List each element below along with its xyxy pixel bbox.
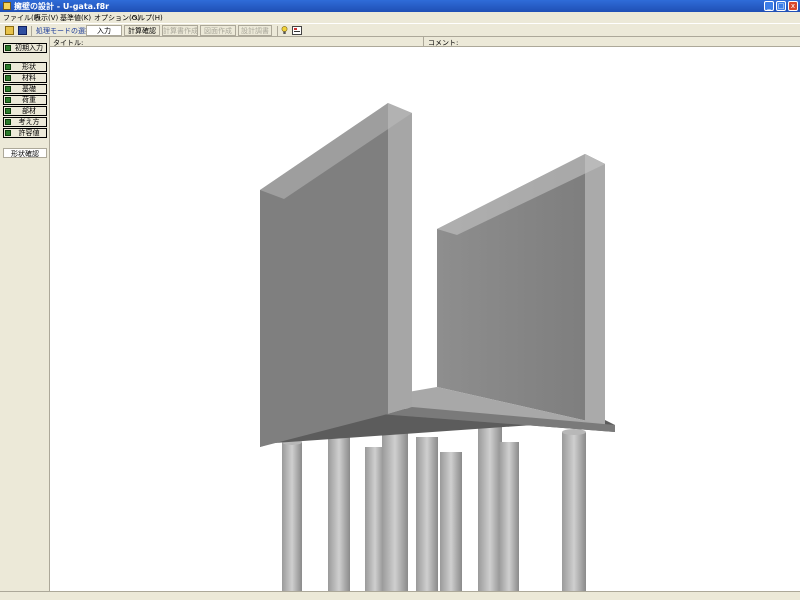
right-wall bbox=[437, 154, 605, 425]
toolbar-separator bbox=[31, 26, 32, 36]
menu-help[interactable]: ヘルプ(H) bbox=[131, 13, 163, 23]
close-button[interactable]: x bbox=[788, 1, 798, 11]
check-icon bbox=[5, 130, 11, 136]
calc-check-button[interactable]: 計算確認 bbox=[124, 25, 160, 36]
check-icon bbox=[5, 86, 11, 92]
toolbar: 処理モードの選択 入力 計算確認 計算書作成 図面作成 設計調書 bbox=[0, 23, 800, 37]
sidebar-item-label: 考え方 bbox=[18, 118, 40, 126]
sidebar-item-initial-input[interactable]: 初期入力 bbox=[3, 43, 47, 53]
shape-confirm-button[interactable]: 形状確認 bbox=[3, 148, 47, 158]
mode-select-label: 処理モードの選択 bbox=[36, 27, 92, 35]
app-icon bbox=[3, 2, 11, 10]
toolbar-separator bbox=[277, 26, 278, 36]
drawing-create-button[interactable]: 図面作成 bbox=[200, 25, 236, 36]
minimize-button[interactable]: _ bbox=[764, 1, 774, 11]
check-icon bbox=[5, 97, 11, 103]
check-icon bbox=[5, 119, 11, 125]
sidebar-item-label: 基礎 bbox=[22, 85, 36, 93]
sidebar-item-label: 材料 bbox=[22, 74, 36, 82]
status-bar bbox=[0, 591, 800, 600]
3d-viewport[interactable] bbox=[50, 47, 800, 591]
design-record-button[interactable]: 設計調書 bbox=[238, 25, 272, 36]
window-title: 擁壁の設計 - U-gata.f8r bbox=[14, 2, 110, 11]
version-info-icon[interactable] bbox=[292, 26, 302, 35]
piles bbox=[282, 414, 586, 591]
check-icon bbox=[5, 45, 11, 51]
menu-view[interactable]: 表示(V) bbox=[34, 13, 58, 23]
check-icon bbox=[5, 75, 11, 81]
check-icon bbox=[5, 108, 11, 114]
title-bar: 擁壁の設計 - U-gata.f8r _ □ x bbox=[0, 0, 800, 12]
sidebar-item-label: 荷重 bbox=[22, 96, 36, 104]
info-separator bbox=[423, 37, 424, 47]
input-button[interactable]: 入力 bbox=[86, 25, 122, 36]
sidebar-item-allowable[interactable]: 許容値 bbox=[3, 128, 47, 138]
menu-bar: ファイル(F) 表示(V) 基準値(K) オプション(O) ヘルプ(H) bbox=[0, 12, 800, 23]
open-folder-icon[interactable] bbox=[5, 26, 14, 35]
sidebar-item-material[interactable]: 材料 bbox=[3, 73, 47, 83]
sidebar-item-shape[interactable]: 形状 bbox=[3, 62, 47, 72]
u-wall-3d-model bbox=[260, 103, 615, 591]
sidebar-item-label: 許容値 bbox=[18, 129, 40, 137]
help-lightbulb-icon[interactable] bbox=[281, 26, 288, 35]
save-disk-icon[interactable] bbox=[18, 26, 27, 35]
report-create-button[interactable]: 計算書作成 bbox=[162, 25, 198, 36]
sidebar: 初期入力 形状 材料 基礎 荷重 部材 考え方 許容値 形状確認 bbox=[0, 37, 50, 591]
sidebar-item-foundation[interactable]: 基礎 bbox=[3, 84, 47, 94]
maximize-button[interactable]: □ bbox=[776, 1, 786, 11]
sidebar-item-label: 形状 bbox=[22, 63, 36, 71]
sidebar-item-member[interactable]: 部材 bbox=[3, 106, 47, 116]
check-icon bbox=[5, 64, 11, 70]
sidebar-item-approach[interactable]: 考え方 bbox=[3, 117, 47, 127]
sidebar-item-label: 部材 bbox=[22, 107, 36, 115]
sidebar-item-label: 初期入力 bbox=[15, 44, 43, 52]
sidebar-item-load[interactable]: 荷重 bbox=[3, 95, 47, 105]
menu-standard[interactable]: 基準値(K) bbox=[60, 13, 91, 23]
info-bar: タイトル: コメント: bbox=[50, 37, 800, 47]
